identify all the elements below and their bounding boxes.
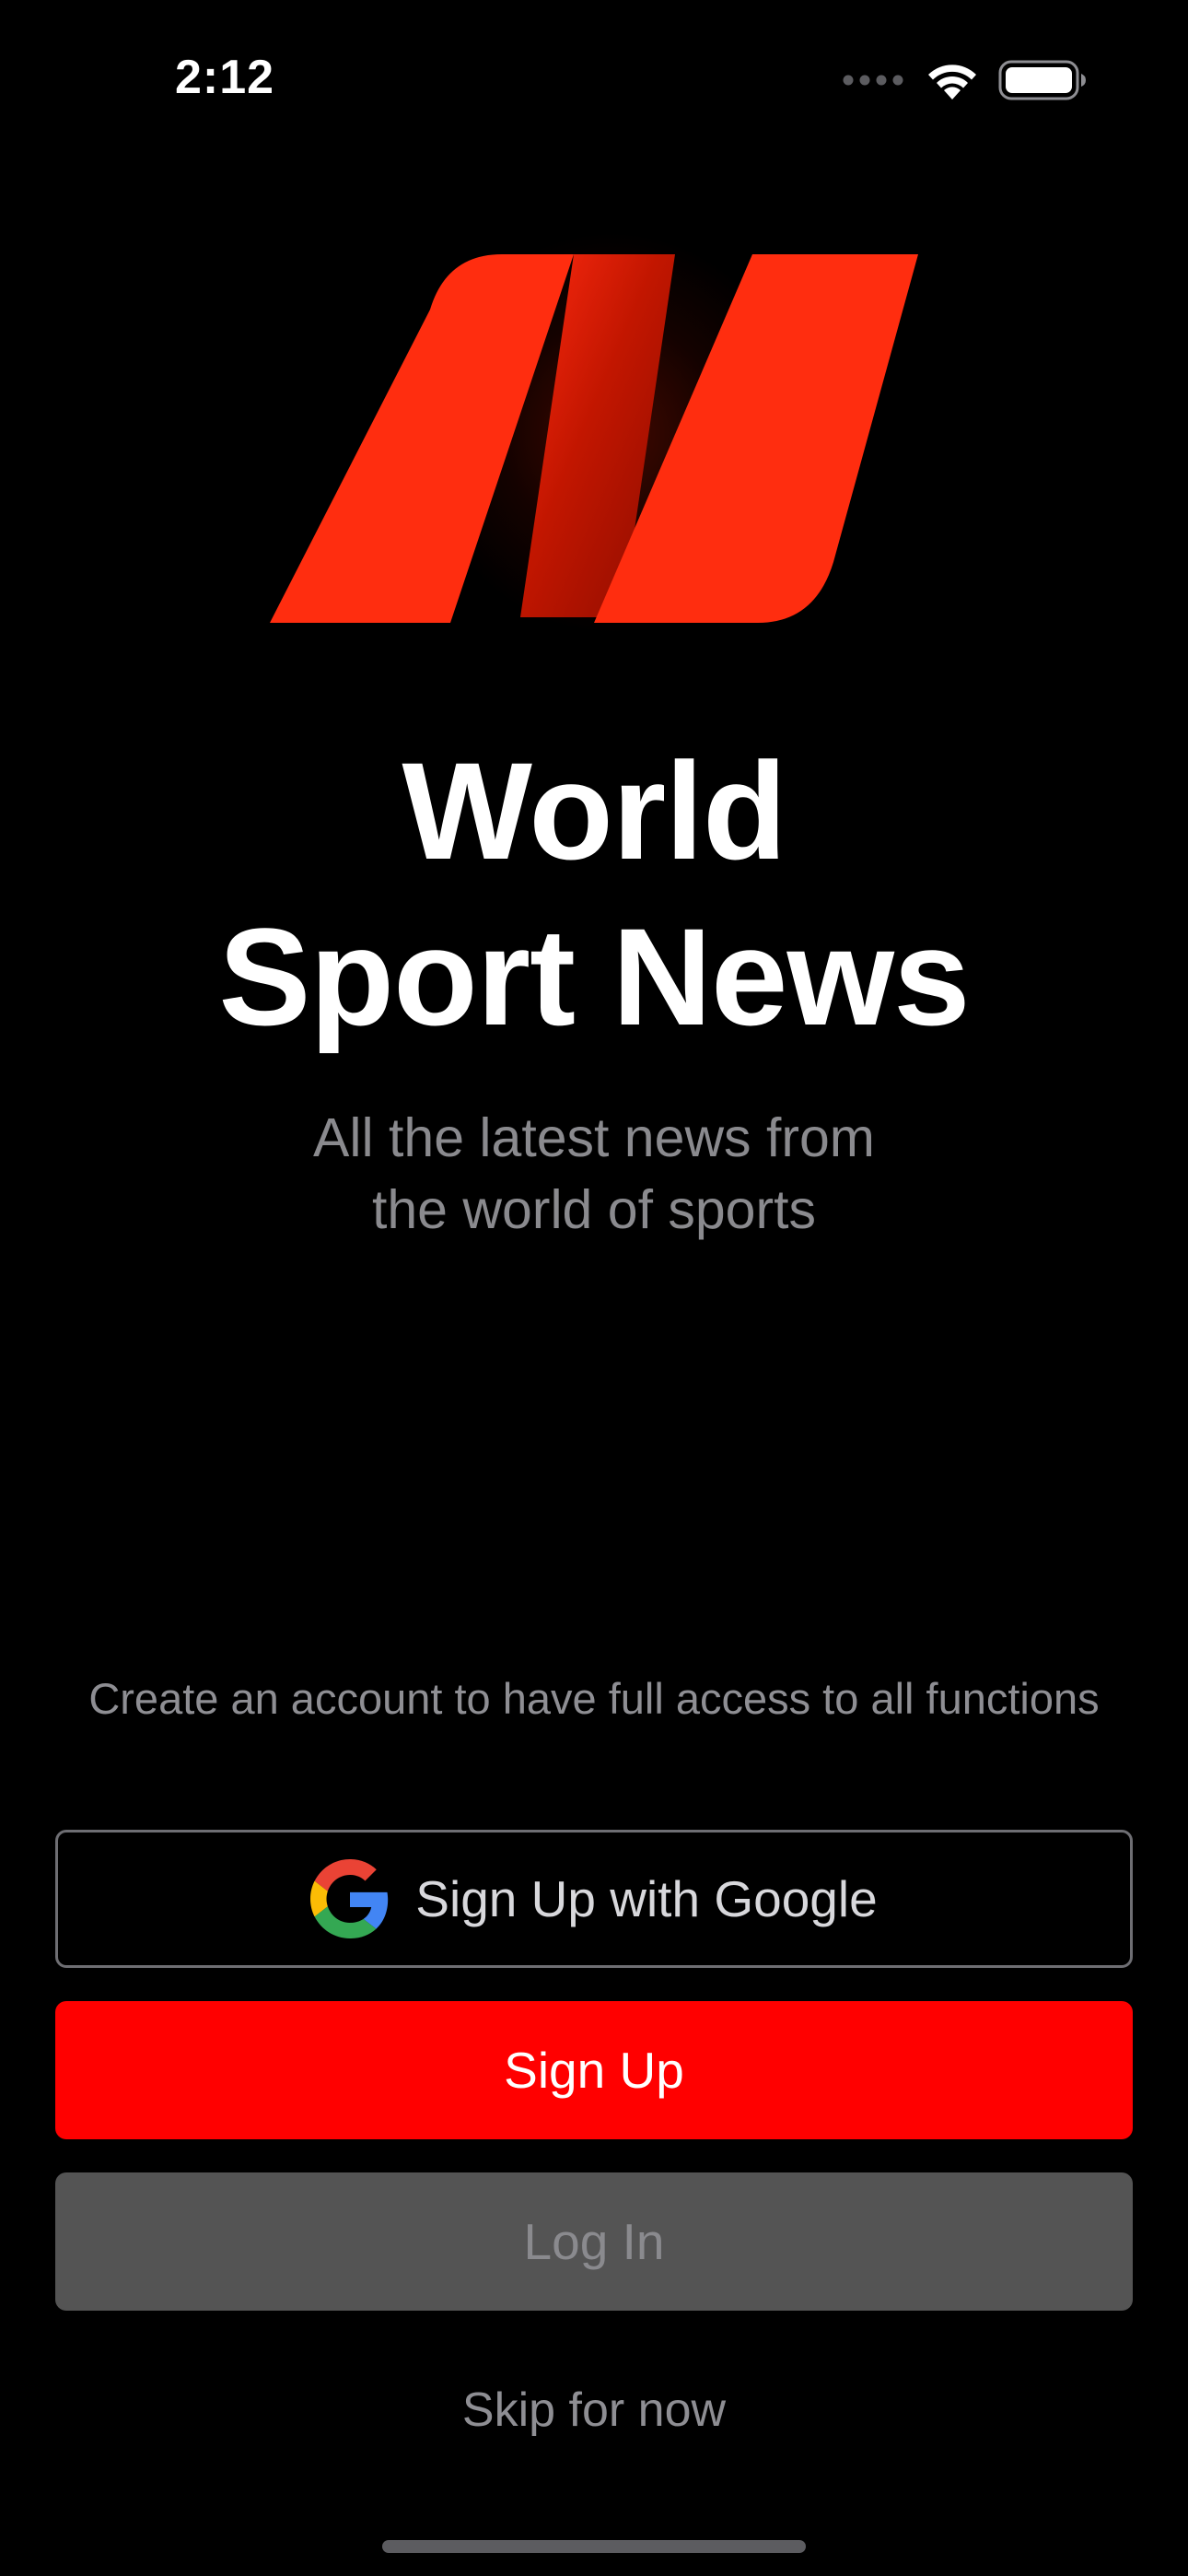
status-time: 2:12 <box>175 51 275 104</box>
wifi-icon <box>928 64 976 100</box>
login-button[interactable]: Log In <box>55 2172 1133 2311</box>
signup-button[interactable]: Sign Up <box>55 2001 1133 2139</box>
app-title-line2: Sport News <box>218 899 970 1054</box>
app-title-line1: World <box>402 733 786 888</box>
app-title: World Sport News <box>0 728 1188 1060</box>
google-signup-button[interactable]: Sign Up with Google <box>55 1830 1133 1968</box>
app-logo <box>226 193 962 691</box>
n-letter-logo-icon <box>270 254 918 623</box>
battery-icon <box>998 60 1086 100</box>
cellular-dots-icon <box>843 75 903 86</box>
signup-label: Sign Up <box>504 2042 684 2099</box>
login-label: Log In <box>523 2213 665 2270</box>
home-indicator <box>382 2540 806 2553</box>
google-icon <box>310 1859 389 1938</box>
skip-link[interactable]: Skip for now <box>0 2383 1188 2438</box>
google-signup-label: Sign Up with Google <box>415 1870 878 1927</box>
tagline: All the latest news from the world of sp… <box>0 1102 1188 1246</box>
tagline-line1: All the latest news from <box>313 1107 875 1168</box>
status-icons <box>842 59 1087 101</box>
tagline-line2: the world of sports <box>371 1179 817 1240</box>
account-note: Create an account to have full access to… <box>88 1674 1100 1723</box>
status-bar: 2:12 <box>0 0 1188 147</box>
